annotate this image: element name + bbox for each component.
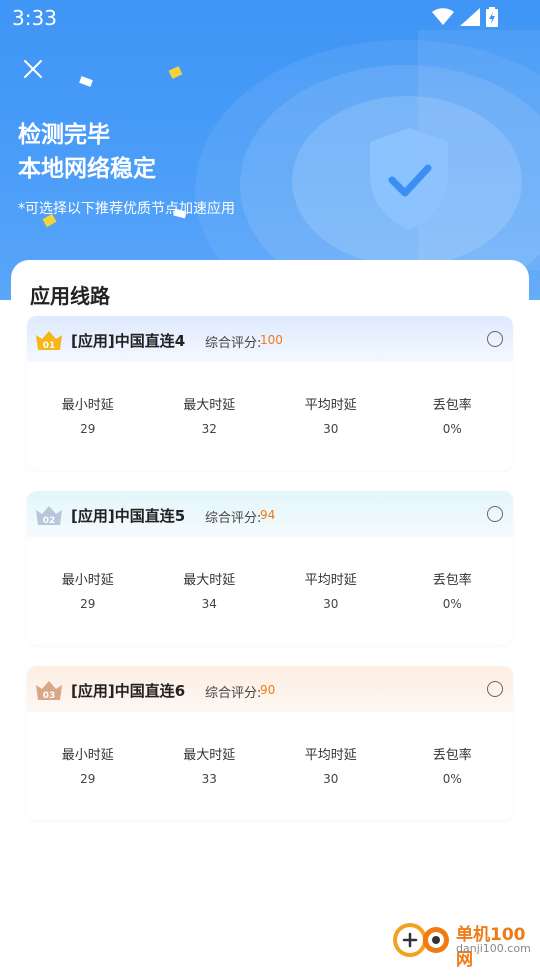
route-name: [应用]中国直连6: [71, 682, 186, 700]
route-card[interactable]: 01 [应用]中国直连4 综合评分: 100 最小时延 29 最大时延 32 平…: [27, 316, 513, 470]
title-line: 检测完毕: [18, 122, 110, 148]
route-panel: 应用线路 01 [应用]中国直连4 综合评分: 100 最小时延 29 最大时延…: [11, 260, 529, 980]
stat-max-latency: 最大时延 34: [149, 569, 271, 629]
title-line: 本地网络稳定: [18, 156, 156, 182]
stat-value: 29: [80, 422, 96, 436]
route-stats: 最小时延 29 最大时延 32 平均时延 30 丢包率 0%: [27, 394, 513, 454]
stat-label: 最大时延: [183, 748, 236, 763]
stat-max-latency: 最大时延 32: [149, 394, 271, 454]
stat-value: 30: [323, 422, 339, 436]
score-value: 100: [260, 333, 283, 347]
result-title: 检测完毕 本地网络稳定: [18, 118, 156, 186]
status-bar: 3:33: [0, 0, 540, 36]
route-radio[interactable]: [487, 331, 503, 347]
rank-gold-icon: 01: [36, 331, 62, 351]
confetti-icon: [168, 66, 183, 79]
stat-min-latency: 最小时延 29: [27, 394, 149, 454]
shield-check-icon: [370, 128, 448, 230]
stat-label: 最小时延: [61, 748, 114, 763]
route-name: [应用]中国直连5: [71, 507, 186, 525]
stat-value: 0%: [442, 422, 462, 436]
wifi-icon: [432, 8, 454, 25]
stat-avg-latency: 平均时延 30: [270, 394, 392, 454]
rank-bronze-icon: 03: [36, 681, 62, 701]
confetti-icon: [79, 76, 93, 87]
score-label: 综合评分:: [205, 686, 262, 701]
score-value: 94: [260, 508, 276, 522]
signal-icon: [460, 8, 480, 26]
stat-packet-loss: 丢包率 0%: [392, 744, 514, 804]
route-radio[interactable]: [487, 681, 503, 697]
watermark: 单机100网 danji100.com: [390, 914, 540, 970]
stat-min-latency: 最小时延 29: [27, 569, 149, 629]
stat-value: 0%: [442, 772, 462, 786]
rank-silver-icon: 02: [36, 506, 62, 526]
stat-value: 32: [201, 422, 217, 436]
stat-packet-loss: 丢包率 0%: [392, 394, 514, 454]
stat-avg-latency: 平均时延 30: [270, 569, 392, 629]
stat-label: 丢包率: [432, 573, 472, 588]
stat-label: 平均时延: [304, 748, 357, 763]
watermark-logo-icon: [393, 923, 449, 957]
route-name: [应用]中国直连4: [71, 332, 186, 350]
stat-label: 丢包率: [432, 398, 472, 413]
route-stats: 最小时延 29 最大时延 34 平均时延 30 丢包率 0%: [27, 569, 513, 629]
stat-label: 平均时延: [304, 573, 357, 588]
stat-value: 0%: [442, 597, 462, 611]
close-icon[interactable]: [20, 56, 46, 82]
status-time: 3:33: [12, 6, 57, 30]
route-radio[interactable]: [487, 506, 503, 522]
watermark-url: danji100.com: [456, 942, 531, 955]
stat-packet-loss: 丢包率 0%: [392, 569, 514, 629]
result-subtitle: *可选择以下推荐优质节点加速应用: [18, 201, 235, 217]
stat-value: 34: [201, 597, 217, 611]
stat-label: 最小时延: [61, 573, 114, 588]
stat-label: 最大时延: [183, 573, 236, 588]
stat-label: 平均时延: [304, 398, 357, 413]
score-label: 综合评分:: [205, 511, 262, 526]
status-icons: [432, 7, 498, 27]
stat-value: 29: [80, 597, 96, 611]
rank-number: 02: [43, 516, 56, 526]
stat-min-latency: 最小时延 29: [27, 744, 149, 804]
stat-value: 33: [201, 772, 217, 786]
header-banner: 检测完毕 本地网络稳定 *可选择以下推荐优质节点加速应用: [0, 0, 540, 300]
section-title: 应用线路: [30, 284, 110, 308]
stat-value: 30: [323, 772, 339, 786]
stat-label: 丢包率: [432, 748, 472, 763]
stat-label: 最小时延: [61, 398, 114, 413]
score-value: 90: [260, 683, 276, 697]
route-stats: 最小时延 29 最大时延 33 平均时延 30 丢包率 0%: [27, 744, 513, 804]
stat-max-latency: 最大时延 33: [149, 744, 271, 804]
rank-number: 01: [43, 341, 56, 351]
battery-icon: [486, 7, 498, 27]
stat-value: 29: [80, 772, 96, 786]
score-label: 综合评分:: [205, 336, 262, 351]
stat-avg-latency: 平均时延 30: [270, 744, 392, 804]
stat-label: 最大时延: [183, 398, 236, 413]
route-card[interactable]: 03 [应用]中国直连6 综合评分: 90 最小时延 29 最大时延 33 平均…: [27, 666, 513, 820]
rank-number: 03: [43, 691, 56, 701]
stat-value: 30: [323, 597, 339, 611]
route-card[interactable]: 02 [应用]中国直连5 综合评分: 94 最小时延 29 最大时延 34 平均…: [27, 491, 513, 645]
